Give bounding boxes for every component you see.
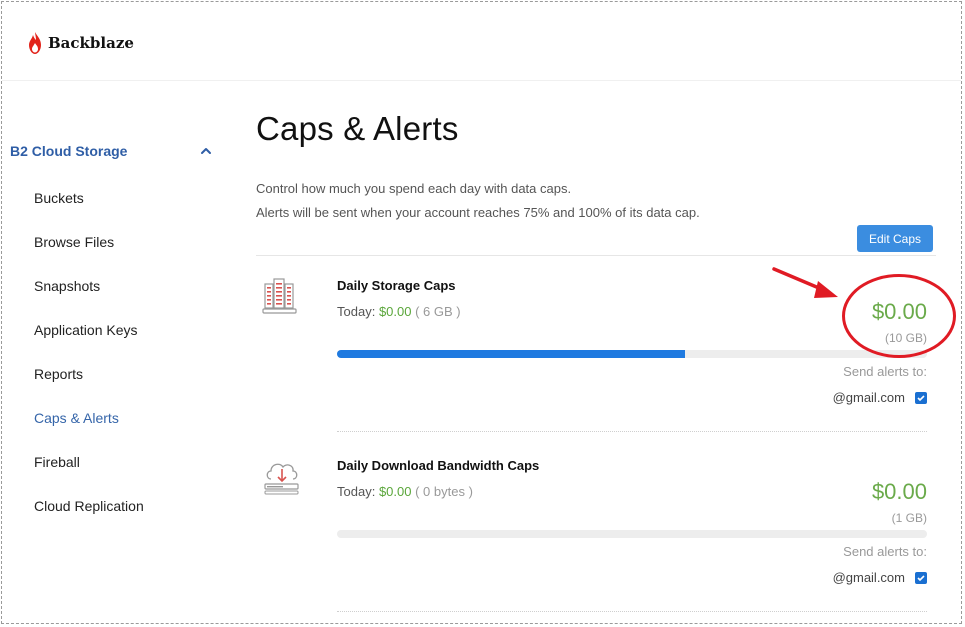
sidebar-item-buckets[interactable]: Buckets: [34, 190, 84, 206]
description-line-2: Alerts will be sent when your account re…: [256, 205, 700, 220]
download-cap-amount[interactable]: $0.00: [872, 479, 927, 505]
alert-email-row: @gmail.com: [833, 570, 927, 585]
sidebar-item-application-keys[interactable]: Application Keys: [34, 322, 138, 338]
today-usage: ( 6 GB ): [415, 304, 461, 319]
sidebar-item-reports[interactable]: Reports: [34, 366, 83, 382]
storage-progress-bar: [337, 350, 927, 358]
send-alerts-label: Send alerts to:: [843, 544, 927, 559]
send-alerts-label: Send alerts to:: [843, 364, 927, 379]
annotation-circle: [842, 274, 956, 358]
storage-progress-fill: [337, 350, 686, 358]
storage-cap-today: Today: $0.00 ( 6 GB ): [337, 304, 461, 319]
server-building-icon: [262, 278, 297, 314]
main-content: Caps & Alerts Control how much you spend…: [256, 2, 936, 623]
page-title: Caps & Alerts: [256, 110, 459, 147]
sidebar-section-title: B2 Cloud Storage: [10, 143, 128, 159]
alert-email-row: @gmail.com: [833, 390, 927, 405]
card-divider: [337, 611, 927, 612]
chevron-up-icon[interactable]: [200, 145, 212, 157]
today-amount: $0.00: [378, 304, 412, 319]
sidebar-section-b2-cloud-storage[interactable]: B2 Cloud Storage: [10, 140, 212, 162]
download-cap-limit: (1 GB): [891, 511, 927, 525]
today-usage: ( 0 bytes ): [415, 484, 473, 499]
flame-logo-icon: [29, 32, 41, 54]
today-label: Today:: [337, 304, 376, 319]
checkmark-icon: [917, 574, 925, 581]
section-divider: [256, 255, 936, 256]
alert-email: @gmail.com: [832, 570, 905, 585]
storage-cap-title: Daily Storage Caps: [337, 278, 456, 293]
card-divider: [337, 431, 927, 432]
sidebar-item-caps-alerts[interactable]: Caps & Alerts: [34, 410, 119, 426]
cloud-download-icon: [264, 463, 299, 495]
sidebar-item-snapshots[interactable]: Snapshots: [34, 278, 100, 294]
annotation-arrow-icon: [772, 267, 838, 298]
sidebar-item-fireball[interactable]: Fireball: [34, 454, 80, 470]
alert-email-checkbox[interactable]: [915, 571, 927, 584]
checkmark-icon: [917, 394, 925, 401]
brand-name: Backblaze: [48, 34, 134, 52]
alert-email: @gmail.com: [832, 390, 905, 405]
description-line-1: Control how much you spend each day with…: [256, 181, 572, 196]
download-cap-today: Today: $0.00 ( 0 bytes ): [337, 484, 473, 499]
alert-email-checkbox[interactable]: [915, 391, 927, 404]
today-label: Today:: [337, 484, 376, 499]
backblaze-logo[interactable]: Backblaze: [27, 31, 134, 55]
sidebar-item-cloud-replication[interactable]: Cloud Replication: [34, 498, 144, 514]
download-progress-bar: [337, 530, 927, 538]
download-cap-title: Daily Download Bandwidth Caps: [337, 458, 540, 473]
sidebar-item-browse-files[interactable]: Browse Files: [34, 234, 114, 250]
today-amount: $0.00: [378, 484, 412, 499]
page-frame: Backblaze B2 Cloud Storage Buckets Brows…: [1, 1, 962, 624]
edit-caps-button[interactable]: Edit Caps: [857, 225, 933, 252]
